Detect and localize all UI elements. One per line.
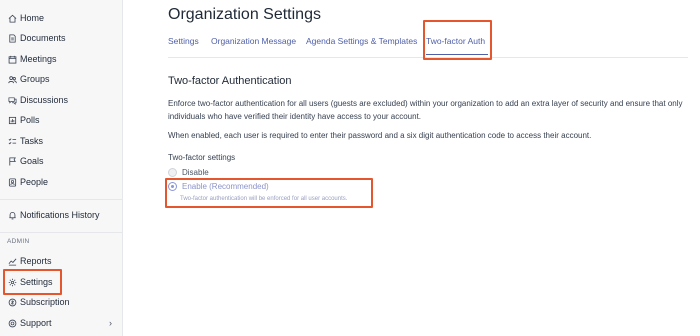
tasks-icon [6, 135, 18, 147]
sidebar-item-goals[interactable]: Goals [6, 152, 44, 170]
sidebar-item-label: Polls [20, 115, 40, 125]
sidebar-item-label: Home [20, 13, 45, 23]
sidebar-item-polls[interactable]: Polls [6, 111, 40, 129]
settings-highlight-box [3, 269, 62, 295]
sidebar-item-label: Groups [20, 74, 50, 84]
sidebar-item-label: Reports [20, 256, 52, 266]
sidebar-item-tasks[interactable]: Tasks [6, 132, 43, 150]
sidebar-item-label: Subscription [20, 297, 70, 307]
sidebar-divider [0, 232, 122, 233]
sidebar-item-groups[interactable]: Groups [6, 70, 50, 88]
calendar-icon [6, 53, 18, 65]
subscription-icon [6, 296, 18, 308]
description-paragraph-2: When enabled, each user is required to e… [168, 131, 592, 140]
sidebar-item-label: Meetings [20, 54, 57, 64]
radio-option-disable[interactable]: Disable [168, 168, 209, 177]
main-content: Organization Settings Settings Organizat… [123, 0, 700, 336]
home-icon [6, 12, 18, 24]
sidebar-item-subscription[interactable]: Subscription [6, 293, 70, 311]
poll-icon [6, 114, 18, 126]
admin-section-label: ADMIN [7, 238, 30, 245]
sidebar-item-meetings[interactable]: Meetings [6, 50, 57, 68]
sidebar-item-notifications-history[interactable]: Notifications History [6, 206, 100, 224]
chat-icon [6, 94, 18, 106]
enable-option-highlight-box [165, 178, 373, 208]
sidebar-item-label: Goals [20, 156, 44, 166]
sidebar-item-reports[interactable]: Reports [6, 252, 52, 270]
sidebar-item-documents[interactable]: Documents [6, 29, 66, 47]
tab-agenda-settings-templates[interactable]: Agenda Settings & Templates [306, 36, 417, 46]
support-icon [6, 317, 18, 329]
section-title: Two-factor Authentication [168, 75, 292, 87]
sidebar-item-home[interactable]: Home [6, 9, 44, 27]
radio-label: Disable [182, 168, 209, 177]
sidebar-item-people[interactable]: People [6, 173, 48, 191]
sidebar-item-label: Support [20, 318, 52, 328]
sidebar-item-label: Documents [20, 33, 66, 43]
person-icon [6, 176, 18, 188]
chevron-right-icon[interactable]: › [109, 318, 112, 328]
tab-settings[interactable]: Settings [168, 36, 199, 46]
sidebar-item-label: Notifications History [20, 210, 100, 220]
sidebar-item-discussions[interactable]: Discussions [6, 91, 68, 109]
description-paragraph: Enforce two-factor authentication for al… [168, 99, 683, 121]
sidebar-item-support[interactable]: Support › [6, 314, 122, 332]
document-icon [6, 32, 18, 44]
tab-organization-message[interactable]: Organization Message [211, 36, 296, 46]
sidebar-item-label: Tasks [20, 136, 44, 146]
chart-icon [6, 255, 18, 267]
radio-button[interactable] [168, 168, 177, 177]
sidebar-item-label: People [20, 177, 49, 187]
bell-icon [6, 209, 18, 221]
flag-icon [6, 155, 18, 167]
group-icon [6, 73, 18, 85]
two-factor-settings-label: Two-factor settings [168, 153, 236, 162]
page-title: Organization Settings [168, 6, 321, 23]
sidebar-item-label: Discussions [20, 95, 69, 105]
sidebar-divider [0, 199, 122, 200]
tab-highlight-box [423, 20, 492, 60]
